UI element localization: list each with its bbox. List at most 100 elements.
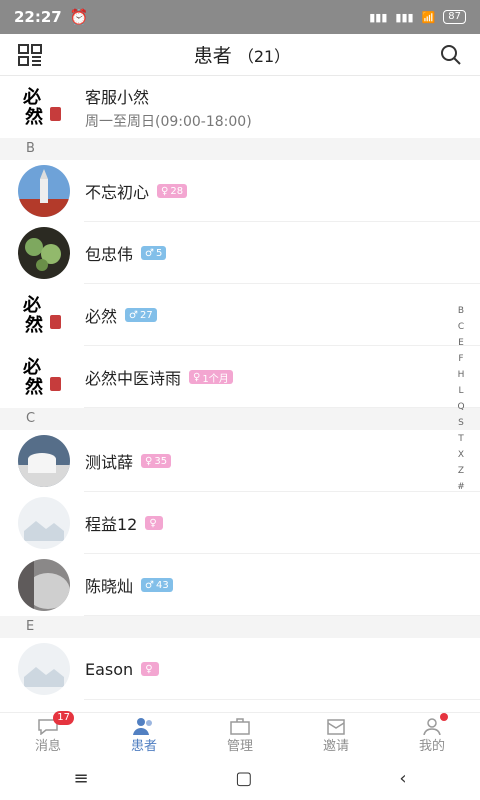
avatar: 必然	[18, 289, 70, 341]
patient-row[interactable]: 必然 必然中医诗雨 ♀ 1个月	[0, 346, 480, 408]
patient-name: Eason	[85, 659, 134, 679]
tab-label-manage: 管理	[226, 738, 253, 754]
index-letter[interactable]: #	[457, 482, 465, 492]
wifi-icon: 📶	[421, 10, 436, 24]
back-icon[interactable]: ‹	[399, 768, 406, 789]
tab-patients[interactable]: 患者	[114, 717, 174, 754]
status-bar: 22:27 ⏰ ▮▮▮ ▮▮▮ 📶 87	[0, 0, 480, 34]
index-letter[interactable]: L	[458, 386, 463, 396]
patient-age: 5	[155, 247, 163, 259]
gender-age-badge: ♂ 27	[125, 308, 157, 322]
index-letter[interactable]: H	[458, 370, 465, 380]
index-letter[interactable]: X	[458, 450, 464, 460]
index-letter[interactable]: C	[458, 322, 464, 332]
search-icon[interactable]	[440, 44, 462, 66]
tab-messages[interactable]: 17 消息	[18, 710, 78, 754]
svg-text:然: 然	[25, 106, 43, 128]
male-icon: ♂	[129, 309, 138, 321]
avatar	[18, 165, 70, 217]
gender-age-badge: ♀	[145, 516, 163, 530]
patient-age: 28	[170, 185, 184, 197]
alphabet-index[interactable]: B C E F H L Q S T X Z #	[454, 306, 468, 492]
avatar	[18, 497, 70, 549]
briefcase-icon	[230, 717, 250, 735]
page-title-text: 患者	[193, 45, 232, 67]
menu-icon[interactable]: ≡	[73, 768, 88, 789]
index-letter[interactable]: Q	[457, 402, 464, 412]
qr-code-icon[interactable]	[18, 43, 44, 66]
placeholder-avatar	[18, 643, 70, 695]
placeholder-avatar	[18, 497, 70, 549]
profile-dot	[440, 712, 448, 721]
index-letter[interactable]: S	[458, 418, 464, 428]
index-letter[interactable]: T	[458, 434, 464, 444]
navigation-bar: 患者 （21）	[0, 34, 480, 76]
patient-list[interactable]: 必 然 客服小然 周一至周日(09:00-18:00) B 不忘初心 ♀ 28 包忠伟 ♂…	[0, 76, 480, 712]
svg-text:然: 然	[25, 376, 43, 398]
patient-name: 不忘初心	[85, 183, 150, 202]
tab-invite[interactable]: 邀请	[306, 717, 366, 754]
patient-row[interactable]: 不忘初心 ♀ 28	[0, 160, 480, 222]
patient-count: （21）	[237, 47, 291, 66]
svg-text:必: 必	[22, 356, 41, 378]
service-avatar: 必 然	[18, 81, 70, 133]
patient-name: 陈晓灿	[85, 577, 134, 596]
status-left: 22:27 ⏰	[14, 8, 88, 26]
tab-label-profile: 我的	[418, 738, 445, 754]
svg-text:必: 必	[22, 86, 41, 108]
patient-row[interactable]: 测试薛 ♀ 35	[0, 430, 480, 492]
patient-row[interactable]: 必然 必然 ♂ 27	[0, 284, 480, 346]
index-letter[interactable]: B	[458, 306, 464, 316]
tab-label-patients: 患者	[130, 738, 157, 754]
gender-age-badge: ♀	[141, 662, 159, 676]
patient-age: 1个月	[202, 373, 229, 385]
patient-row[interactable]: 陈晓灿 ♂ 43	[0, 554, 480, 616]
patient-row[interactable]: 程益12 ♀	[0, 492, 480, 554]
status-right: ▮▮▮ ▮▮▮ 📶 87	[369, 10, 466, 24]
tab-profile[interactable]: 我的	[402, 712, 462, 754]
avatar: 必然	[18, 351, 70, 403]
avatar	[18, 559, 70, 611]
alarm-icon: ⏰	[69, 8, 89, 26]
male-icon: ♂	[145, 247, 154, 259]
home-icon[interactable]: ▢	[235, 768, 252, 789]
tab-label-invite: 邀请	[322, 738, 349, 754]
brand-logo: 必 然	[22, 86, 61, 128]
blurred-photo	[18, 559, 70, 611]
patients-icon	[133, 717, 152, 735]
patient-row[interactable]: Eason ♀	[0, 638, 480, 700]
female-icon: ♀	[161, 185, 169, 197]
index-letter[interactable]: F	[458, 354, 463, 364]
patient-row[interactable]: 包忠伟 ♂ 5	[0, 222, 480, 284]
status-time: 22:27	[14, 8, 62, 26]
female-icon: ♀	[193, 371, 201, 383]
church-photo	[18, 165, 70, 217]
avatar	[18, 227, 70, 279]
patient-name: 必然中医诗雨	[85, 369, 182, 388]
service-row[interactable]: 必 然 客服小然 周一至周日(09:00-18:00)	[0, 76, 480, 138]
gender-age-badge: ♂ 5	[141, 246, 167, 260]
plant-photo	[18, 227, 70, 279]
svg-text:然: 然	[25, 314, 43, 336]
page-title: 患者 （21）	[194, 41, 290, 68]
patient-age: 27	[139, 309, 153, 321]
female-icon: ♀	[145, 663, 153, 675]
section-header-b: B	[0, 138, 480, 160]
system-nav: ≡ ▢ ‹	[0, 756, 480, 800]
brand-logo: 必然	[22, 294, 61, 336]
signal-icon-2: ▮▮▮	[395, 10, 414, 24]
patient-name: 测试薛	[85, 453, 134, 472]
sections-container: B 不忘初心 ♀ 28 包忠伟 ♂ 5 必然必然 ♂ 27 必然必然中医诗雨 ♀ 1个月 C 测试薛 ♀ 35 程…	[0, 138, 480, 700]
gender-age-badge: ♀ 35	[141, 454, 172, 468]
index-letter[interactable]: E	[458, 338, 464, 348]
gender-age-badge: ♀ 1个月	[189, 370, 233, 385]
patient-age: 43	[155, 579, 169, 591]
index-letter[interactable]: Z	[458, 466, 464, 476]
invite-icon	[327, 718, 345, 735]
brand-logo: 必然	[22, 356, 61, 398]
tab-bar: 17 消息 患者 管理 邀请 我的	[0, 710, 480, 757]
tab-manage[interactable]: 管理	[210, 717, 270, 754]
battery-indicator: 87	[443, 10, 466, 24]
patient-name: 必然	[85, 307, 118, 326]
signal-icon: ▮▮▮	[369, 10, 388, 24]
